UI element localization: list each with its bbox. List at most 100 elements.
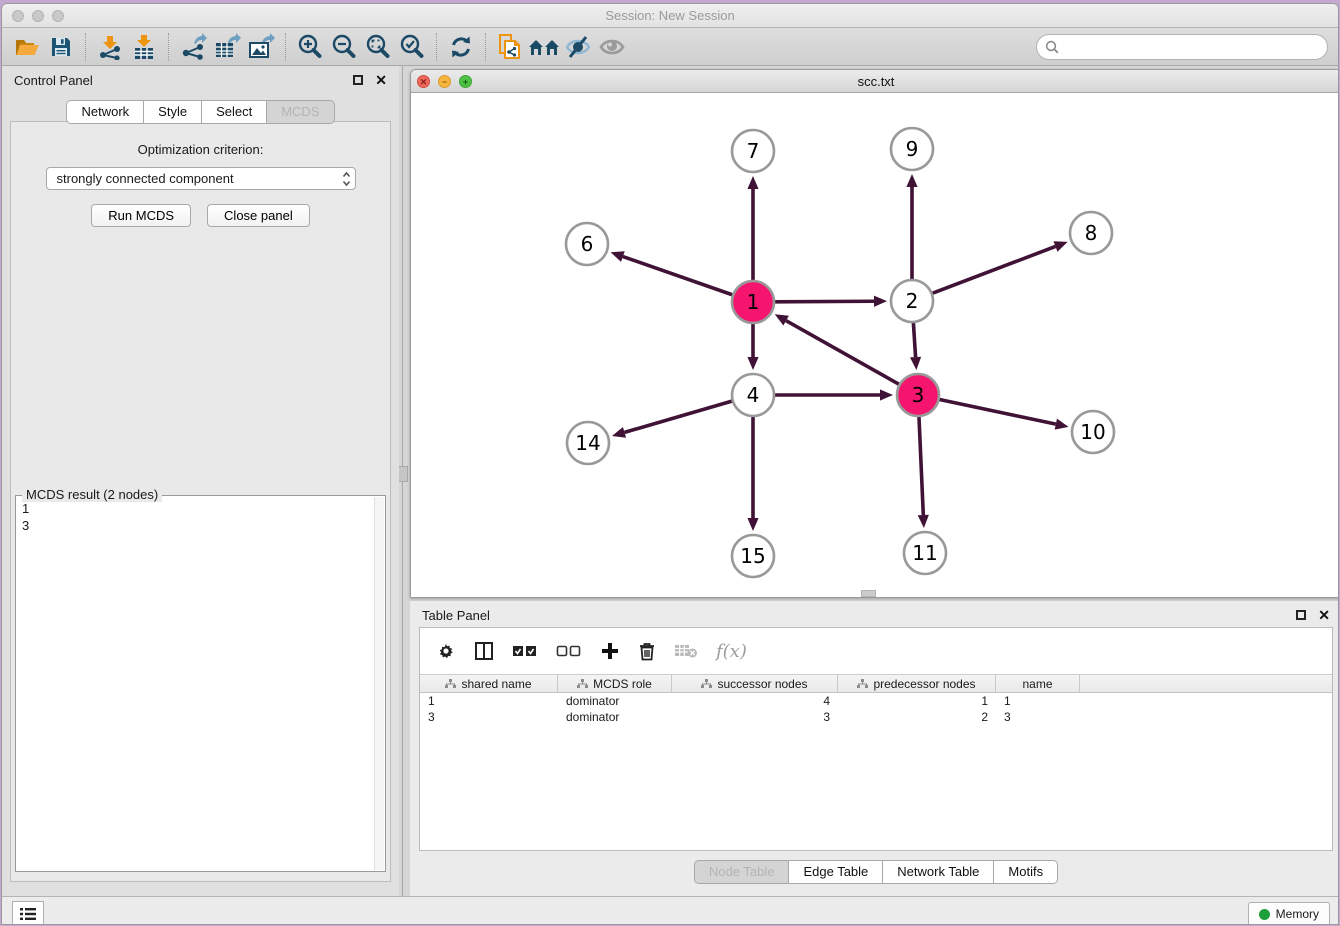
network-view-titlebar[interactable]: ✕ − + scc.txt: [411, 70, 1339, 93]
close-panel-button[interactable]: Close panel: [207, 204, 310, 227]
graph-edge-1-6[interactable]: [623, 257, 732, 295]
zoom-in-button[interactable]: [293, 31, 327, 63]
zoom-selected-button[interactable]: [395, 31, 429, 63]
tab-node-table[interactable]: Node Table: [694, 860, 790, 884]
toolbar-separator: [168, 33, 169, 61]
float-panel-icon[interactable]: [353, 75, 363, 85]
graph-node-4[interactable]: 4: [732, 374, 774, 416]
graph-arrowhead: [918, 515, 929, 528]
search-input[interactable]: [1036, 34, 1328, 60]
zoom-selected-icon: [398, 33, 426, 61]
network-maximize-button[interactable]: +: [459, 75, 472, 88]
graph-node-15[interactable]: 15: [732, 535, 774, 577]
graph-arrowhead: [1053, 241, 1067, 251]
network-splitter-handle[interactable]: [861, 590, 876, 597]
graph-node-14[interactable]: 14: [567, 422, 609, 464]
tab-select[interactable]: Select: [202, 100, 267, 124]
float-table-panel-icon[interactable]: [1296, 610, 1306, 620]
tab-style[interactable]: Style: [144, 100, 202, 124]
tab-motifs[interactable]: Motifs: [994, 860, 1058, 884]
column-header-successor-nodes[interactable]: successor nodes: [672, 675, 838, 692]
zoom-out-button[interactable]: [327, 31, 361, 63]
network-view-title: scc.txt: [411, 70, 1339, 93]
graph-edge-1-2[interactable]: [775, 301, 874, 302]
first-neighbors-button[interactable]: [527, 31, 561, 63]
network-close-button[interactable]: ✕: [417, 75, 430, 88]
refresh-layout-button[interactable]: [444, 31, 478, 63]
import-table-button[interactable]: [127, 31, 161, 63]
memory-button[interactable]: Memory: [1248, 902, 1330, 925]
unchecked-boxes-icon: [556, 644, 582, 658]
export-network-button[interactable]: [176, 31, 210, 63]
close-table-panel-icon[interactable]: ✕: [1318, 608, 1330, 622]
window-close-button[interactable]: [12, 10, 24, 22]
graph-edge-4-14[interactable]: [624, 401, 731, 432]
network-canvas[interactable]: 7 9 6 8 1 2 4 3 14 10 15 11: [411, 93, 1339, 597]
hide-selected-button[interactable]: [561, 31, 595, 63]
column-header-name[interactable]: name: [996, 675, 1080, 692]
graph-node-2[interactable]: 2: [891, 280, 933, 322]
open-session-button[interactable]: [10, 31, 44, 63]
graph-edge-3-11[interactable]: [919, 417, 923, 515]
import-network-icon: [97, 34, 123, 60]
graph-arrowhead: [747, 176, 758, 189]
select-all-columns-button[interactable]: [512, 644, 538, 658]
run-mcds-button[interactable]: Run MCDS: [91, 204, 191, 227]
export-table-button[interactable]: [210, 31, 244, 63]
graph-edge-3-1[interactable]: [786, 321, 899, 385]
delete-table-button[interactable]: [674, 643, 698, 659]
columns-icon: [474, 641, 494, 661]
graph-edge-2-3[interactable]: [913, 323, 915, 357]
tab-network-table[interactable]: Network Table: [883, 860, 994, 884]
graph-node-9[interactable]: 9: [891, 128, 933, 170]
add-row-button[interactable]: [600, 641, 620, 661]
graph-node-3[interactable]: 3: [897, 374, 939, 416]
column-header-MCDS-role[interactable]: MCDS role: [558, 675, 672, 692]
table-settings-button[interactable]: [436, 641, 456, 661]
new-network-from-selection-button[interactable]: [493, 31, 527, 63]
tab-network[interactable]: Network: [66, 100, 144, 124]
function-builder-button[interactable]: f(x): [716, 641, 747, 662]
window-zoom-button[interactable]: [52, 10, 64, 22]
graph-node-8[interactable]: 8: [1070, 212, 1112, 254]
optimization-criterion-select[interactable]: strongly connected component: [46, 167, 356, 190]
table-row[interactable]: 1dominator411: [420, 693, 1332, 709]
toolbar-separator: [485, 33, 486, 61]
attribute-type-icon: [701, 679, 712, 689]
column-header-shared-name[interactable]: shared name: [420, 675, 558, 692]
delete-row-button[interactable]: [638, 641, 656, 661]
zoom-fit-button[interactable]: [361, 31, 395, 63]
tab-edge-table[interactable]: Edge Table: [789, 860, 883, 884]
graph-node-1[interactable]: 1: [732, 281, 774, 323]
graph-edge-3-10[interactable]: [940, 400, 1056, 425]
import-network-button[interactable]: [93, 31, 127, 63]
network-minimize-button[interactable]: −: [438, 75, 451, 88]
close-panel-icon[interactable]: ✕: [375, 73, 387, 87]
column-header-predecessor-nodes[interactable]: predecessor nodes: [838, 675, 996, 692]
graph-edge-2-8[interactable]: [933, 246, 1056, 293]
table-row[interactable]: 3dominator323: [420, 709, 1332, 725]
table-panel-title: Table Panel: [422, 608, 1296, 623]
mcds-result-text[interactable]: 1 3: [17, 497, 374, 870]
export-image-button[interactable]: [244, 31, 278, 63]
window-minimize-button[interactable]: [32, 10, 44, 22]
graph-node-11[interactable]: 11: [904, 532, 946, 574]
show-all-button[interactable]: [595, 31, 629, 63]
tab-mcds[interactable]: MCDS: [267, 100, 334, 124]
graph-node-7[interactable]: 7: [732, 130, 774, 172]
memory-label: Memory: [1276, 907, 1319, 921]
graph-arrowhead: [611, 251, 625, 262]
status-bar: Memory: [2, 896, 1338, 925]
unselect-all-columns-button[interactable]: [556, 644, 582, 658]
show-column-panel-button[interactable]: [474, 641, 494, 661]
save-session-button[interactable]: [44, 31, 78, 63]
refresh-icon: [448, 34, 474, 60]
graph-node-label: 14: [575, 431, 600, 455]
mcds-result-scrollbar[interactable]: [374, 497, 384, 870]
graph-node-label: 8: [1085, 221, 1098, 245]
search-box: [1036, 34, 1328, 60]
graph-node-6[interactable]: 6: [566, 223, 608, 265]
checked-boxes-icon: [512, 644, 538, 658]
task-history-button[interactable]: [12, 901, 44, 925]
graph-node-10[interactable]: 10: [1072, 411, 1114, 453]
